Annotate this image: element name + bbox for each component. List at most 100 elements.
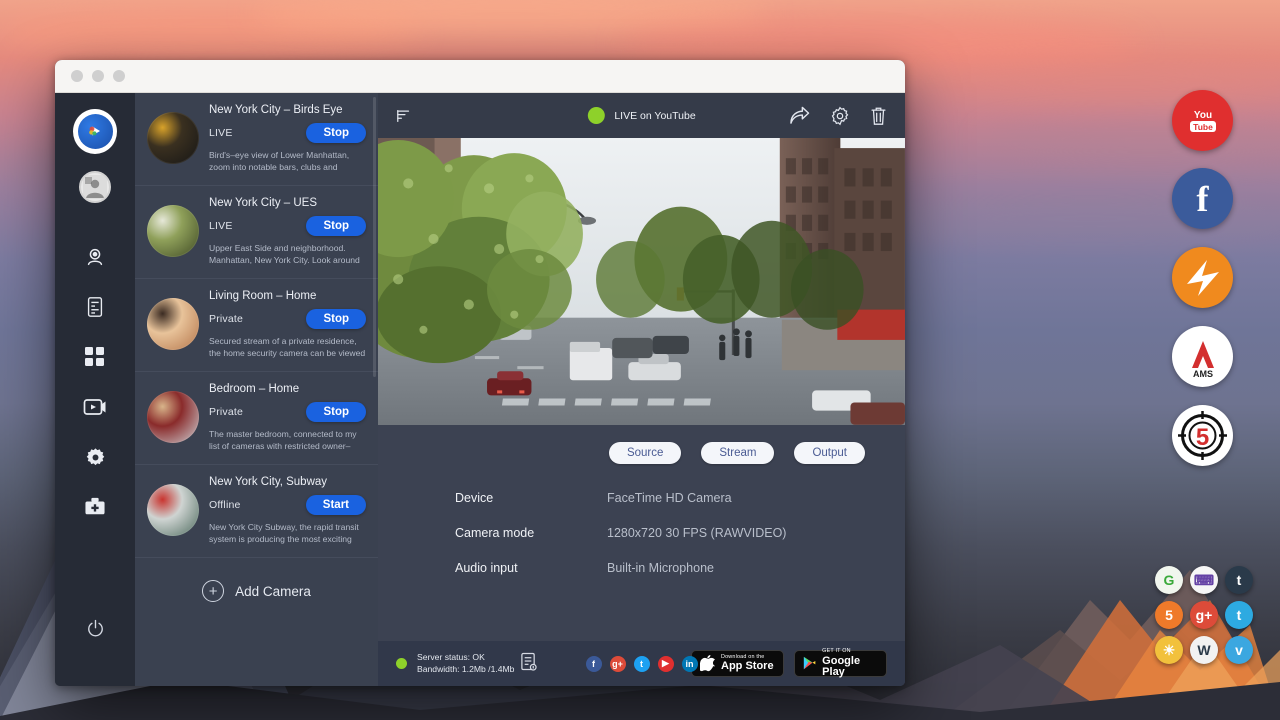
main-panel: LIVE on YouTube xyxy=(378,93,905,686)
detail-label: Audio input xyxy=(455,561,607,575)
social-icon-linkedin[interactable]: in xyxy=(682,656,698,672)
gear-icon[interactable] xyxy=(830,106,850,126)
camera-title: New York City – Birds Eye xyxy=(209,103,366,117)
camera-list-scrollbar[interactable] xyxy=(373,97,376,377)
camera-status-row: PrivateStop xyxy=(209,402,366,422)
settings-tabs: Source Stream Output xyxy=(378,425,905,464)
camera-description: New York City Subway, the rapid transit … xyxy=(209,522,366,545)
camera-list-item[interactable]: New York City – UES LIVE Stop Upper East Si… xyxy=(135,186,378,279)
camera-list-item[interactable]: Living Room – HomePrivateStopSecured str… xyxy=(135,279,378,372)
sidebar-item-devices[interactable] xyxy=(75,287,115,327)
plus-circle-icon: + xyxy=(202,580,224,602)
camera-thumbnail xyxy=(147,112,199,164)
desktop-mini-icon-google-plus[interactable]: g+ xyxy=(1190,601,1218,629)
sidebar-item-user-avatar[interactable] xyxy=(75,167,115,207)
desktop-mini-icon-five-orange[interactable]: 5 xyxy=(1155,601,1183,629)
apple-icon xyxy=(700,655,715,673)
trash-icon[interactable] xyxy=(870,106,887,126)
camera-list-item[interactable]: New York City, SubwayOfflineStartNew Yor… xyxy=(135,465,378,558)
desktop-icon-youtube[interactable]: You Tube xyxy=(1172,90,1233,151)
camera-description: Upper East Side and neighborhood. Manhat… xyxy=(209,243,366,266)
camera-thumbnail xyxy=(147,484,199,536)
camera-toggle-button[interactable]: Stop xyxy=(306,123,366,143)
detail-label: Device xyxy=(455,491,607,505)
sidebar-item-support[interactable] xyxy=(75,487,115,527)
live-status-dot xyxy=(587,107,604,124)
camera-rows: New York City – Birds Eye LIVE Stop Bird's–… xyxy=(135,93,378,558)
camera-thumbnail xyxy=(147,205,199,257)
google-play-big: Google Play xyxy=(822,656,878,678)
live-status-label: LIVE on YouTube xyxy=(614,110,695,122)
desktop-icon-facebook[interactable]: f xyxy=(1172,168,1233,229)
sidebar-item-streams[interactable] xyxy=(75,387,115,427)
sidebar-item-app-logo[interactable] xyxy=(75,111,115,151)
tab-output[interactable]: Output xyxy=(794,442,865,464)
server-status-dot xyxy=(396,658,407,669)
social-icon-facebook[interactable]: f xyxy=(586,656,602,672)
camera-list-item[interactable]: Bedroom – HomePrivateStopThe master bedr… xyxy=(135,372,378,465)
add-camera-label: Add Camera xyxy=(235,584,311,599)
detail-row: Audio inputBuilt-in Microphone xyxy=(455,561,905,575)
camera-title: New York City – UES xyxy=(209,196,366,210)
camera-toggle-button[interactable]: Stop xyxy=(306,309,366,329)
desktop-mini-icon-twitter[interactable]: t xyxy=(1225,601,1253,629)
facebook-icon: f xyxy=(1197,178,1209,220)
camera-status: LIVE xyxy=(209,220,233,232)
desktop-icon-grid: G⌨t 5g+t ☀Wv xyxy=(1155,566,1265,666)
bandwidth-label: Bandwidth: 1.2Mb /1.4Mb xyxy=(417,664,514,676)
tab-source[interactable]: Source xyxy=(609,442,681,464)
main-toolbar: LIVE on YouTube xyxy=(378,93,905,138)
sidebar-item-settings[interactable] xyxy=(75,437,115,477)
camera-description: The master bedroom, connected to my list… xyxy=(209,429,366,452)
camera-title: Living Room – Home xyxy=(209,289,366,303)
window-minimize-button[interactable] xyxy=(92,70,104,82)
detail-value: Built-in Microphone xyxy=(607,561,714,575)
sidebar-item-dashboard[interactable] xyxy=(75,337,115,377)
desktop-mini-icon-wordpress[interactable]: W xyxy=(1190,636,1218,664)
camera-list-item[interactable]: New York City – Birds EyeLIVEStopBird's–… xyxy=(135,93,378,186)
google-play-small: GET IT ON xyxy=(822,649,878,654)
svg-text:5: 5 xyxy=(1196,424,1209,451)
desktop-icon-wowza[interactable]: AMS xyxy=(1172,326,1233,387)
sidebar-item-power[interactable] xyxy=(75,608,115,648)
camera-status: Private xyxy=(209,313,243,325)
desktop-mini-icon-g-service[interactable]: G xyxy=(1155,566,1183,594)
desktop-icon-wowza-lightning[interactable] xyxy=(1172,247,1233,308)
svg-text:AMS: AMS xyxy=(1193,369,1213,379)
detail-row: Camera mode1280x720 30 FPS (RAWVIDEO) xyxy=(455,526,905,540)
camera-toggle-button[interactable]: Stop xyxy=(306,216,366,236)
camera-list-panel[interactable]: New York City – Birds Eye LIVE Stop Bird's–… xyxy=(135,93,378,686)
app-store-button[interactable]: Download on the App Store xyxy=(691,650,784,677)
camera-status-row: Private Stop xyxy=(209,309,366,329)
window-close-button[interactable] xyxy=(71,70,83,82)
window-titlebar xyxy=(55,60,905,93)
camera-thumbnail xyxy=(147,298,199,350)
share-arrow-icon[interactable] xyxy=(789,106,810,125)
desktop-mini-icon-twitch[interactable]: ⌨ xyxy=(1190,566,1218,594)
google-play-button[interactable]: GET IT ON Google Play xyxy=(794,650,887,677)
desktop-icon-five[interactable]: 5 xyxy=(1172,405,1233,466)
social-icon-youtube[interactable]: ▶ xyxy=(658,656,674,672)
window-maximize-button[interactable] xyxy=(113,70,125,82)
svg-text:You: You xyxy=(1193,110,1211,121)
play-logo-icon xyxy=(78,114,113,149)
video-preview[interactable] xyxy=(378,138,905,425)
sort-filter-icon[interactable] xyxy=(396,108,412,124)
desktop-mini-icon-vimeo[interactable]: v xyxy=(1225,636,1253,664)
camera-toggle-button[interactable]: Start xyxy=(306,495,366,515)
document-log-icon[interactable] xyxy=(520,652,537,676)
tab-stream[interactable]: Stream xyxy=(701,442,774,464)
sidebar-item-cameras[interactable] xyxy=(75,237,115,277)
google-play-text: GET IT ON Google Play xyxy=(822,649,878,677)
add-camera-button[interactable]: + Add Camera xyxy=(135,558,378,602)
app-store-big: App Store xyxy=(721,661,774,672)
social-icon-twitter[interactable]: t xyxy=(634,656,650,672)
camera-toggle-button[interactable]: Stop xyxy=(306,402,366,422)
social-icon-google-plus[interactable]: g+ xyxy=(610,656,626,672)
camera-description: Bird's–eye view of Lower Manhattan, zoom… xyxy=(209,150,366,173)
desktop-mini-icon-tumblr[interactable]: t xyxy=(1225,566,1253,594)
desktop-mini-icon-sun-service[interactable]: ☀ xyxy=(1155,636,1183,664)
sidebar-rail xyxy=(55,93,135,686)
server-status-text: Server status: OK Bandwidth: 1.2Mb /1.4M… xyxy=(417,652,514,675)
details-list: DeviceFaceTime HD CameraCamera mode1280x… xyxy=(378,464,905,596)
